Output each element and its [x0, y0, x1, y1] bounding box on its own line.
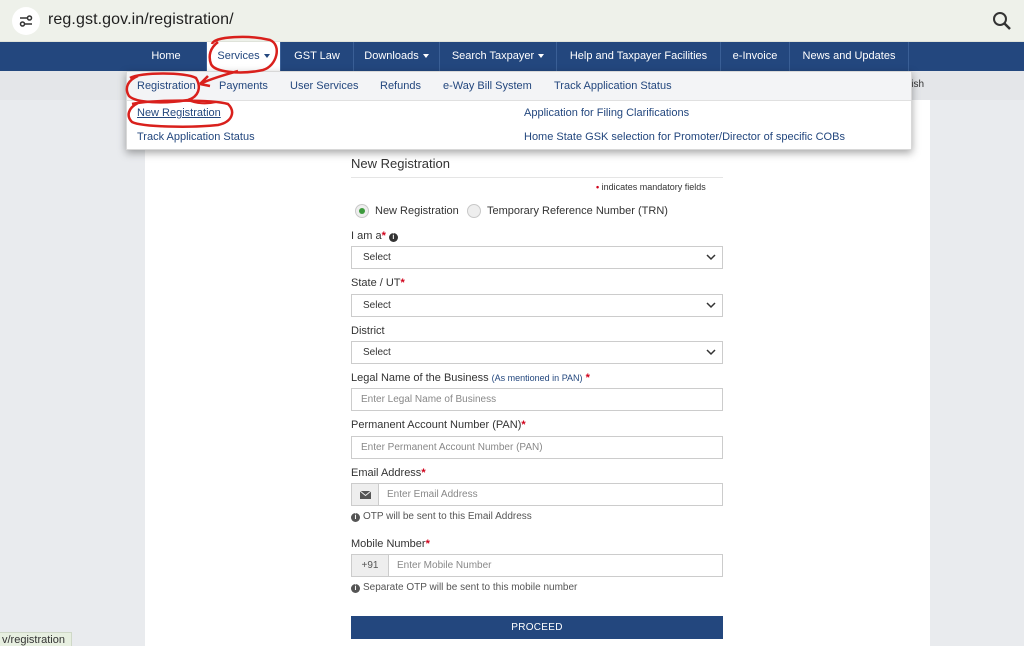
subtab-track-status[interactable]: Track Application Status [554, 72, 672, 101]
radio-new-registration[interactable]: New Registration [355, 203, 459, 219]
status-bar-url: v/registration [0, 632, 72, 646]
envelope-icon [352, 484, 379, 505]
link-filing-clarifications[interactable]: Application for Filing Clarifications [524, 107, 689, 119]
nav-search-taxpayer[interactable]: Search Taxpayer [440, 42, 556, 71]
browser-address-bar: reg.gst.gov.in/registration/ [0, 0, 1024, 42]
state-label: State / UT* [351, 277, 405, 289]
link-new-registration[interactable]: New Registration [137, 107, 221, 119]
subtab-user-services[interactable]: User Services [290, 72, 358, 101]
info-icon[interactable]: i [388, 233, 398, 242]
subtab-refunds[interactable]: Refunds [380, 72, 421, 101]
nav-separator [908, 42, 909, 71]
email-label: Email Address* [351, 467, 426, 479]
nav-help-taxpayer-facilities[interactable]: Help and Taxpayer Facilities [557, 42, 720, 71]
services-dropdown: Registration Payments User Services Refu… [126, 71, 912, 150]
subtab-payments[interactable]: Payments [219, 72, 268, 101]
state-select[interactable]: Select [351, 294, 723, 317]
email-help: i OTP will be sent to this Email Address [351, 511, 532, 522]
mobile-field[interactable]: +91 Enter Mobile Number [351, 554, 723, 577]
radio-trn[interactable]: Temporary Reference Number (TRN) [467, 203, 668, 219]
district-label: District [351, 325, 385, 337]
chevron-down-icon [706, 349, 716, 356]
pan-label: Permanent Account Number (PAN)* [351, 419, 526, 431]
email-field[interactable]: Enter Email Address [351, 483, 723, 506]
country-code-prefix: +91 [352, 555, 389, 576]
chevron-down-icon [706, 302, 716, 309]
address-url[interactable]: reg.gst.gov.in/registration/ [48, 11, 234, 29]
proceed-button[interactable]: PROCEED [351, 616, 723, 639]
link-home-state-gsk[interactable]: Home State GSK selection for Promoter/Di… [524, 131, 845, 143]
info-icon: i [351, 584, 360, 593]
site-settings-icon[interactable] [12, 7, 40, 35]
services-subtabs: Registration Payments User Services Refu… [127, 72, 911, 101]
divider [351, 177, 723, 178]
radio-unchecked-icon[interactable] [467, 204, 481, 218]
mandatory-note: • indicates mandatory fields [596, 182, 706, 192]
subtab-eway-bill[interactable]: e-Way Bill System [443, 72, 532, 101]
mobile-input[interactable]: Enter Mobile Number [389, 555, 722, 576]
nav-home[interactable]: Home [126, 42, 206, 71]
page-title: New Registration [351, 156, 450, 171]
chevron-down-icon [422, 54, 429, 59]
main-nav: Home Services GST Law Downloads Search T… [0, 42, 1024, 71]
i-am-a-select[interactable]: Select [351, 246, 723, 269]
info-icon: i [351, 513, 360, 522]
legal-name-label: Legal Name of the Business (As mentioned… [351, 372, 590, 384]
nav-services[interactable]: Services [207, 42, 280, 71]
i-am-a-label: I am a* i [351, 230, 398, 242]
nav-gst-law[interactable]: GST Law [281, 42, 353, 71]
radio-checked-icon[interactable] [355, 204, 369, 218]
nav-e-invoice[interactable]: e-Invoice [721, 42, 789, 71]
legal-name-input[interactable]: Enter Legal Name of Business [351, 388, 723, 411]
email-input[interactable]: Enter Email Address [379, 484, 722, 505]
mobile-label: Mobile Number* [351, 538, 430, 550]
link-track-application-status[interactable]: Track Application Status [137, 131, 255, 143]
pan-input[interactable]: Enter Permanent Account Number (PAN) [351, 436, 723, 459]
chevron-down-icon [263, 54, 270, 59]
chevron-down-icon [538, 54, 545, 59]
mobile-help: i Separate OTP will be sent to this mobil… [351, 582, 577, 593]
district-select[interactable]: Select [351, 341, 723, 364]
chevron-down-icon [706, 254, 716, 261]
zoom-icon[interactable] [990, 9, 1014, 33]
nav-news-updates[interactable]: News and Updates [790, 42, 908, 71]
nav-downloads[interactable]: Downloads [354, 42, 439, 71]
subtab-registration[interactable]: Registration [137, 72, 196, 101]
